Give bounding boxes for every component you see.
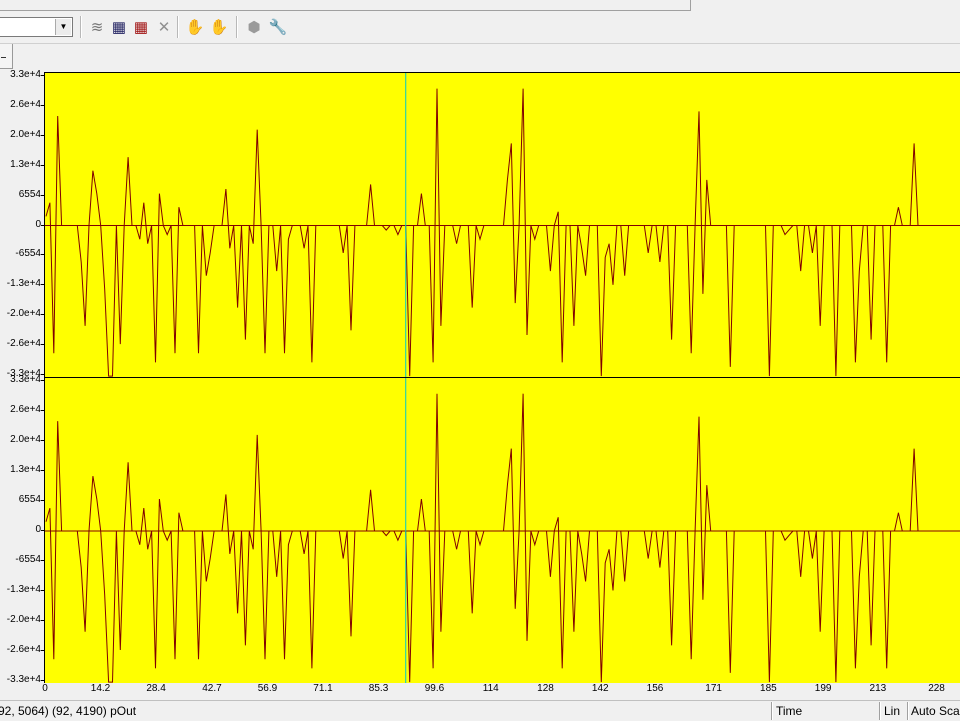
cursor-readout: (92, 5064) (92, 4190) pOut xyxy=(0,704,137,718)
y-tick-label: -6554 xyxy=(15,248,41,260)
x-tick-label: 14.2 xyxy=(90,683,111,694)
x-tick-label: 171 xyxy=(705,683,722,694)
x-tick-label: 199 xyxy=(814,683,832,694)
status-bar: (92, 5064) (92, 4190) pOut Time Lin Auto… xyxy=(0,700,960,721)
tab-strip xyxy=(0,43,960,70)
tab-close-stub[interactable] xyxy=(0,44,13,69)
toolbar-separator xyxy=(236,16,238,38)
cross-erase-icon[interactable]: ✕ xyxy=(154,17,174,37)
y-tick-label: 3.3e+4 xyxy=(10,374,41,385)
y-tick-label: 6554 xyxy=(18,494,41,505)
waveform-line xyxy=(45,393,960,683)
scale-mode-field[interactable]: Lin xyxy=(884,703,906,719)
y-tick-label: 3.3e+4 xyxy=(10,69,41,80)
x-tick-label: 28.4 xyxy=(146,683,166,694)
calendar-grid-icon[interactable]: ▦ xyxy=(109,17,129,37)
status-separator xyxy=(907,702,909,720)
cut-off-toolbar-row xyxy=(0,0,960,12)
y-tick-label: -1.3e+4 xyxy=(6,584,41,595)
toolbar-edge xyxy=(0,0,691,11)
toolbar: ▼ ≋ ▦ ▦ ✕ ✋ ✋ ⬢ 🔧 xyxy=(0,12,960,42)
waveform-panel-top[interactable] xyxy=(44,72,960,377)
hand-stop-icon[interactable]: ✋ xyxy=(209,17,229,37)
calendar-red-grid-icon[interactable]: ▦ xyxy=(131,17,151,37)
y-tick-label: 1.3e+4 xyxy=(10,158,41,170)
y-tick-label: -2.0e+4 xyxy=(6,614,41,625)
waveform-svg xyxy=(45,73,960,377)
plot-area: 3.3e+4 2.6e+4 2.0e+4 1.3e+4 6554 0 -6554 -1.3e+… xyxy=(0,69,960,685)
x-tick-label: 228 xyxy=(928,683,945,694)
y-tick-label: 2.6e+4 xyxy=(10,404,41,415)
y-tick-label: 6554 xyxy=(18,188,41,200)
toolbar-separator xyxy=(80,16,82,38)
x-tick-label: 128 xyxy=(537,683,554,694)
waveform-panel-bottom[interactable] xyxy=(44,377,960,683)
x-tick-label: 0 xyxy=(42,683,48,694)
y-tick-label: -2.6e+4 xyxy=(6,338,41,350)
status-separator xyxy=(771,702,773,720)
wrench-settings-icon[interactable]: 🔧 xyxy=(268,17,288,37)
x-tick-label: 185 xyxy=(760,683,777,694)
x-tick-label: 56.9 xyxy=(257,683,278,694)
y-tick-label: 2.6e+4 xyxy=(10,98,41,110)
y-tick-label: 2.0e+4 xyxy=(10,434,41,445)
y-tick-label: -6554 xyxy=(15,554,41,565)
x-tick-label: 142 xyxy=(591,683,609,694)
chevron-down-icon[interactable]: ▼ xyxy=(55,19,71,35)
source-combo-box[interactable]: ▼ xyxy=(0,17,73,37)
x-tick-label: 99.6 xyxy=(424,683,445,694)
x-tick-label: 42.7 xyxy=(202,683,222,694)
axis-mode-field[interactable]: Time xyxy=(776,703,876,719)
y-tick-label: 1.3e+4 xyxy=(10,464,41,475)
hand-pan-icon[interactable]: ✋ xyxy=(185,17,205,37)
x-tick-label: 213 xyxy=(869,683,887,694)
layers-icon[interactable]: ≋ xyxy=(87,17,107,37)
y-tick-label: -2.0e+4 xyxy=(6,308,41,320)
status-separator xyxy=(879,702,881,720)
x-tick-label: 156 xyxy=(646,683,664,694)
y-tick-label: 2.0e+4 xyxy=(10,128,41,140)
y-tick-label: -1.3e+4 xyxy=(6,278,41,290)
waveform-line xyxy=(45,88,960,377)
y-axis-bottom: 3.3e+4 2.6e+4 2.0e+4 1.3e+4 6554 0 -6554 -1.3e+… xyxy=(0,374,44,685)
y-axis-top: 3.3e+4 2.6e+4 2.0e+4 1.3e+4 6554 0 -6554 -1.3e+… xyxy=(0,69,44,379)
x-axis: 0 14.2 28.4 42.7 56.9 71.1 85.3 99.6 114 128 142 15… xyxy=(42,683,960,697)
x-tick-label: 85.3 xyxy=(368,683,389,694)
y-tick-label: -3.3e+4 xyxy=(6,674,41,685)
waveform-svg xyxy=(45,378,960,683)
y-tick-label: -2.6e+4 xyxy=(6,644,41,655)
x-tick-label: 114 xyxy=(482,683,499,694)
toolbar-separator xyxy=(177,16,179,38)
auto-scale-field[interactable]: Auto Sca xyxy=(911,703,960,719)
stop-hexagon-icon[interactable]: ⬢ xyxy=(244,17,264,37)
x-tick-label: 71.1 xyxy=(313,683,333,694)
